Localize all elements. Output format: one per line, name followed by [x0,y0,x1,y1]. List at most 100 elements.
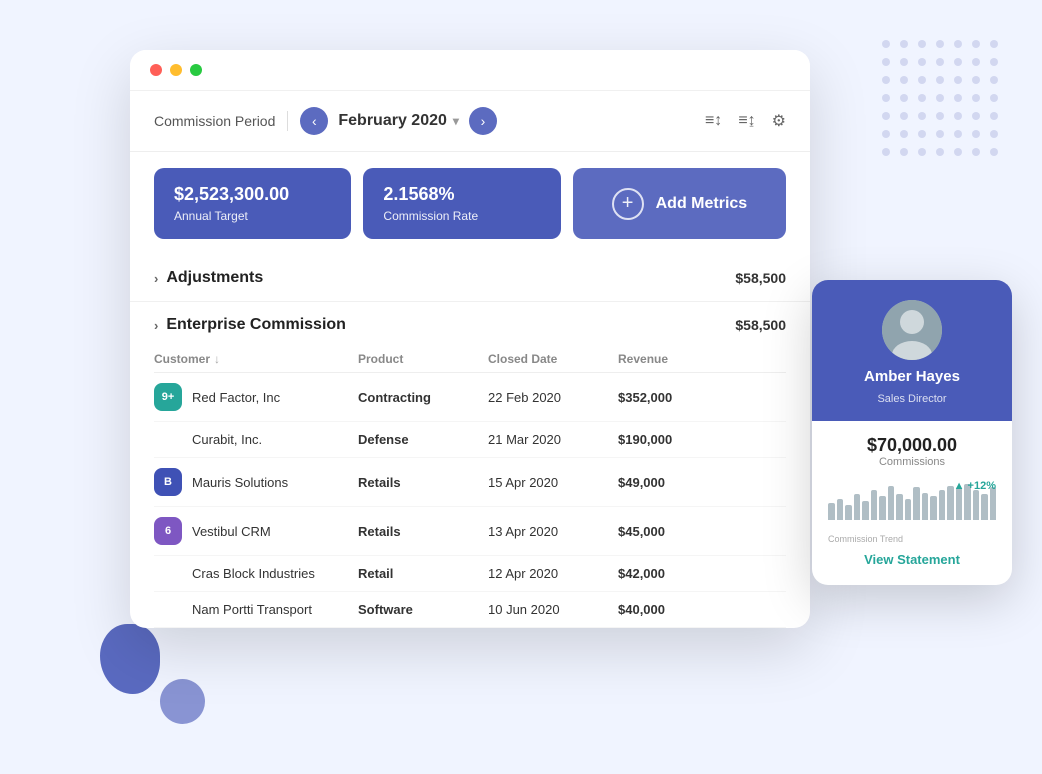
sort-arrow-icon: ↓ [214,352,220,366]
view-statement-link[interactable]: View Statement [828,544,996,571]
adjustments-label: Adjustments [166,269,263,287]
customer-icon: 6 [154,517,182,545]
period-display: February 2020 ▾ [338,112,459,130]
scene: for(let i=0;i<49;i++) document.currentSc… [0,0,1042,774]
chart-bar [981,494,988,520]
customer-name: Mauris Solutions [192,475,288,490]
commissions-label: Commissions [828,456,996,468]
chart-bar [888,486,895,520]
window-maximize-dot[interactable] [190,64,202,76]
closed-date: 12 Apr 2020 [484,566,614,581]
closed-date: 15 Apr 2020 [484,475,614,490]
dot-grid-decoration: for(let i=0;i<49;i++) document.currentSc… [882,40,1002,160]
window-close-dot[interactable] [150,64,162,76]
product-name: Retails [354,524,484,539]
commission-chart: ▲ +12% [828,480,996,530]
table-row[interactable]: 9+Red Factor, IncContracting22 Feb 2020$… [154,373,786,422]
customer-name: Vestibul CRM [192,524,271,539]
table-header: Customer ↓ Product Closed Date Revenue [154,346,786,373]
chart-bar [862,501,869,520]
chart-bar [922,493,929,520]
profile-body: $70,000.00 Commissions ▲ +12% Commission… [812,421,1012,585]
table-row[interactable]: 6 Vestibul CRM Retails13 Apr 2020$45,000 [154,507,786,556]
chart-bar [939,490,946,520]
product-name: Contracting [354,390,484,405]
product-name: Software [354,602,484,617]
prev-period-button[interactable]: ‹ [300,107,328,135]
table-row[interactable]: BMauris SolutionsRetails15 Apr 2020$49,0… [154,458,786,507]
header-divider [287,111,288,131]
commission-rate-value: 2.1568% [383,184,540,205]
sort-icon[interactable]: ≡↨ [738,112,755,130]
avatar [882,300,942,360]
commission-rate-label: Commission Rate [383,209,540,223]
chart-bar [854,494,861,520]
table-row[interactable]: Nam Portti Transport Software10 Jun 2020$… [154,592,786,628]
metrics-row: $2,523,300.00 Annual Target 2.1568% Comm… [130,152,810,255]
add-metrics-icon: + [612,188,644,220]
profile-name: Amber Hayes [864,368,960,385]
enterprise-title: › Enterprise Commission [154,316,346,334]
enterprise-amount: $58,500 [735,317,786,333]
next-period-button[interactable]: › [469,107,497,135]
chart-bar [973,490,980,520]
closed-date: 13 Apr 2020 [484,524,614,539]
period-chevron-icon: ▾ [453,114,459,128]
enterprise-label: Enterprise Commission [166,316,346,334]
main-window: Commission Period ‹ February 2020 ▾ › ≡↕… [130,50,810,628]
chart-bar [871,490,878,520]
blob-decoration-bottom [160,679,205,724]
header: Commission Period ‹ February 2020 ▾ › ≡↕… [130,91,810,152]
revenue-amount: $190,000 [614,432,734,447]
trend-arrow-icon: ▲ [954,480,965,492]
commission-table: Customer ↓ Product Closed Date Revenue 9… [154,346,786,628]
product-name: Retails [354,475,484,490]
commission-period-label: Commission Period [154,113,275,129]
title-bar [130,50,810,91]
chart-bar [990,487,997,520]
chart-bar [913,487,920,520]
chart-bar [930,496,937,520]
customer-name: Cras Block Industries [192,566,315,581]
filter-icon[interactable]: ≡↕ [705,112,722,130]
adjustments-row[interactable]: › Adjustments $58,500 [130,255,810,302]
revenue-amount: $45,000 [614,524,734,539]
customer-icon: 9+ [154,383,182,411]
revenue-amount: $352,000 [614,390,734,405]
product-name: Defense [354,432,484,447]
table-row[interactable]: Cras Block Industries Retail12 Apr 2020$4… [154,556,786,592]
chart-bar [879,496,886,520]
settings-icon[interactable]: ⚙ [772,111,786,131]
enterprise-header: › Enterprise Commission $58,500 [154,316,786,334]
trend-badge: ▲ +12% [954,480,996,492]
table-row[interactable]: Curabit, Inc.Defense21 Mar 2020$190,000 [154,422,786,458]
annual-target-label: Annual Target [174,209,331,223]
product-name: Retail [354,566,484,581]
window-minimize-dot[interactable] [170,64,182,76]
adjustments-amount: $58,500 [735,270,786,286]
th-closed-date: Closed Date [484,352,614,366]
closed-date: 10 Jun 2020 [484,602,614,617]
revenue-amount: $42,000 [614,566,734,581]
trend-value: +12% [968,480,996,492]
period-nav: ‹ February 2020 ▾ › [300,107,497,135]
customer-icon: B [154,468,182,496]
revenue-amount: $40,000 [614,602,734,617]
chart-bar [905,499,912,520]
enterprise-section: › Enterprise Commission $58,500 Customer… [130,302,810,628]
annual-target-card: $2,523,300.00 Annual Target [154,168,351,239]
add-metrics-card[interactable]: + Add Metrics [573,168,786,239]
chart-bar [837,499,844,520]
closed-date: 21 Mar 2020 [484,432,614,447]
commission-rate-card: 2.1568% Commission Rate [363,168,560,239]
chart-bar [828,503,835,520]
chart-bar [845,505,852,520]
blob-decoration-left [100,624,160,694]
chart-bar [956,487,963,520]
chart-bar [896,494,903,520]
customer-name: Nam Portti Transport [192,602,312,617]
profile-card: Amber Hayes Sales Director $70,000.00 Co… [812,280,1012,585]
adjustments-title: › Adjustments [154,269,263,287]
profile-role: Sales Director [877,393,946,405]
adjustments-chevron-icon: › [154,271,158,286]
